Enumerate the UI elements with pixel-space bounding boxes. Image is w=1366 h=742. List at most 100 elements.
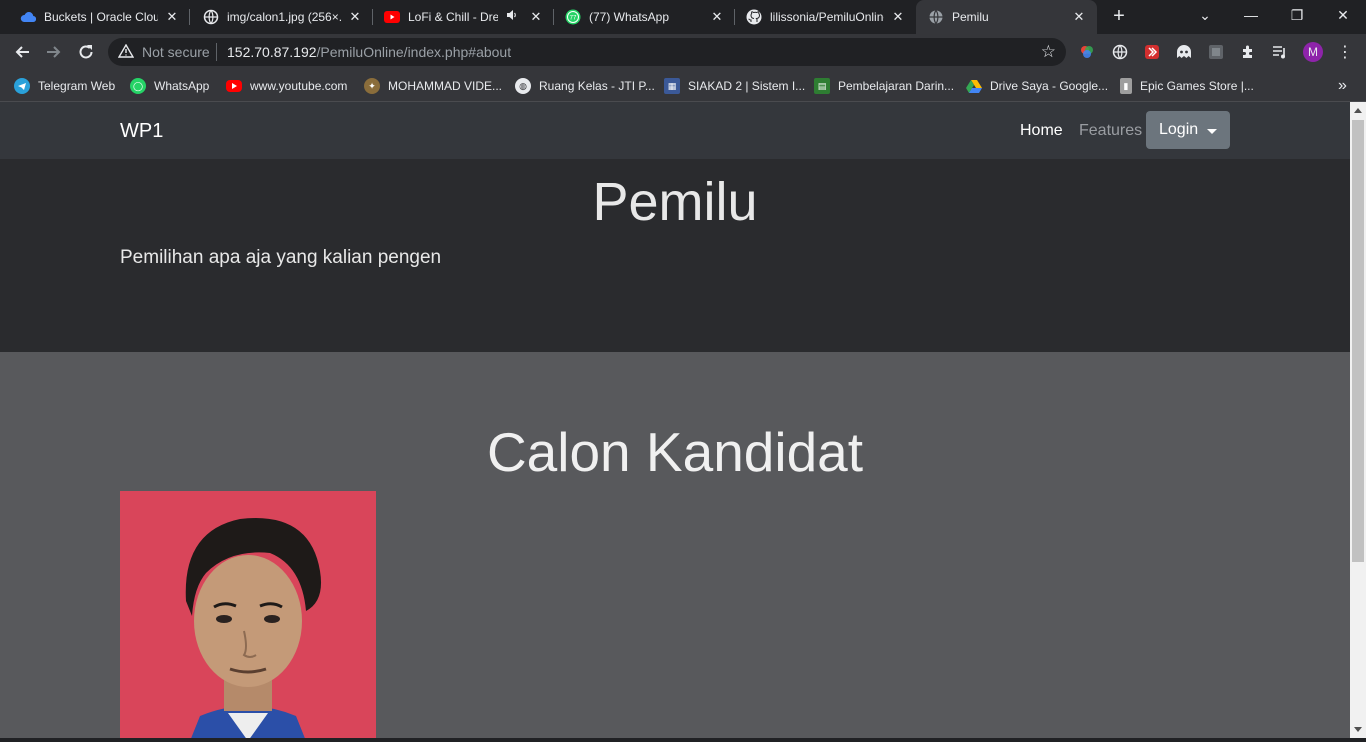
scroll-up-arrow-icon[interactable] (1354, 108, 1362, 113)
tab-title: LoFi & Chill - Dre (408, 10, 498, 24)
tab-title: (77) WhatsApp (589, 10, 670, 24)
page-viewport: WP1 Home Features Login Pemilu Pemilihan… (0, 102, 1350, 738)
nav-features-link[interactable]: Features (1079, 122, 1142, 140)
bookmark-label: Ruang Kelas - JTI P... (539, 79, 655, 93)
navbar-brand[interactable]: WP1 (120, 120, 163, 143)
address-divider (216, 43, 217, 61)
bookmark-label: Pembelajaran Darin... (838, 79, 955, 93)
url-path: /PemiluOnline/index.php#about (316, 44, 512, 60)
candidate-photo (120, 491, 376, 738)
caret-down-icon (1207, 129, 1217, 134)
tab-title: Pemilu (952, 10, 989, 24)
media-queue-icon[interactable] (1271, 43, 1289, 61)
globe-icon (203, 9, 219, 25)
nav-home-link[interactable]: Home (1020, 122, 1063, 140)
bookmark-label: MOHAMMAD VIDE... (388, 79, 503, 93)
globe-extension-icon[interactable] (1111, 43, 1129, 61)
restore-button[interactable]: ❐ (1274, 0, 1320, 32)
close-window-button[interactable]: ✕ (1320, 0, 1366, 32)
whatsapp-icon: 77 (565, 9, 581, 25)
bookmarks-bar: Telegram Web ◯ WhatsApp www.youtube.com … (0, 70, 1366, 102)
globe-icon (928, 9, 944, 25)
bookmark-star-icon[interactable]: ☆ (1041, 42, 1056, 62)
new-tab-button[interactable]: + (1107, 6, 1131, 28)
page-scrollbar[interactable] (1350, 102, 1366, 738)
scrollbar-thumb[interactable] (1352, 120, 1364, 562)
bookmark-label: Drive Saya - Google... (990, 79, 1109, 93)
grey-extension-icon[interactable] (1207, 43, 1225, 61)
hero-title: Pemilu (592, 172, 758, 232)
color-extension-icon[interactable] (1078, 43, 1096, 61)
bookmarks-overflow-button[interactable]: » (1338, 76, 1347, 96)
drive-icon (966, 78, 982, 94)
ghost-extension-icon[interactable] (1175, 43, 1193, 61)
login-label: Login (1159, 121, 1199, 138)
tab-title: img/calon1.jpg (256×... (227, 10, 341, 24)
bookmark-label: Telegram Web (38, 79, 116, 93)
bookmark-epic-games[interactable]: ▮ Epic Games Store |... (1120, 76, 1254, 96)
seal-icon: ✦ (364, 78, 380, 94)
telegram-icon (14, 78, 30, 94)
back-arrow-icon[interactable] (10, 40, 34, 64)
bookmark-mohammad-video[interactable]: ✦ MOHAMMAD VIDE... (364, 76, 502, 96)
tab-title: Buckets | Oracle Cloud (44, 10, 158, 24)
whatsapp-badge-count: 77 (570, 16, 577, 22)
security-status-label[interactable]: Not secure (142, 44, 210, 60)
bookmark-label: Epic Games Store |... (1140, 79, 1254, 93)
warning-icon[interactable] (117, 43, 135, 60)
bookmark-siakad[interactable]: ▦ SIAKAD 2 | Sistem I... (664, 76, 805, 96)
candidates-heading: Calon Kandidat (486, 421, 864, 483)
cloud-icon (20, 9, 36, 25)
tab-lofi-youtube[interactable]: LoFi & Chill - Dre ✕ (364, 0, 554, 34)
close-tab-icon[interactable]: ✕ (890, 9, 906, 25)
tab-search-button[interactable]: ⌄ (1182, 0, 1228, 32)
whatsapp-icon: ◯ (130, 78, 146, 94)
more-menu-icon[interactable]: ⋮ (1336, 43, 1354, 61)
bookmark-google-drive[interactable]: Drive Saya - Google... (966, 76, 1108, 96)
close-tab-icon[interactable]: ✕ (528, 9, 544, 25)
tab-pemilu-active[interactable]: Pemilu ✕ (916, 0, 1097, 34)
tab-calon-image[interactable]: img/calon1.jpg (256×... ✕ (183, 0, 373, 34)
bookmark-label: WhatsApp (154, 79, 210, 93)
tab-oracle-buckets[interactable]: Buckets | Oracle Cloud ✕ (0, 0, 190, 34)
scroll-down-arrow-icon[interactable] (1354, 727, 1362, 732)
hero-subtitle: Pemilihan apa aja yang kalian pengen (120, 247, 442, 268)
bookmark-whatsapp[interactable]: ◯ WhatsApp (130, 76, 209, 96)
bookmark-label: www.youtube.com (250, 79, 348, 93)
tab-whatsapp[interactable]: 77 (77) WhatsApp ✕ (545, 0, 735, 34)
site-navbar: WP1 Home Features Login (0, 102, 1350, 159)
minimize-button[interactable]: — (1228, 0, 1274, 32)
epic-icon: ▮ (1120, 78, 1132, 94)
speaker-icon[interactable] (504, 9, 520, 25)
url-host: 152.70.87.192 (227, 44, 317, 60)
close-tab-icon[interactable]: ✕ (1071, 9, 1087, 25)
reload-icon[interactable] (74, 40, 98, 64)
close-tab-icon[interactable]: ✕ (164, 9, 180, 25)
bookmark-ruang-kelas[interactable]: ◍ Ruang Kelas - JTI P... (515, 76, 655, 96)
puzzle-extensions-icon[interactable] (1239, 43, 1257, 61)
tab-github-repo[interactable]: lilissonia/PemiluOnline ✕ (726, 0, 916, 34)
hero-section: Pemilu Pemilihan apa aja yang kalian pen… (0, 159, 1350, 352)
tab-strip: Buckets | Oracle Cloud ✕ img/calon1.jpg … (0, 0, 1366, 34)
address-bar[interactable]: Not secure 152.70.87.192/PemiluOnline/in… (108, 38, 1066, 66)
profile-avatar[interactable]: M (1303, 42, 1323, 62)
youtube-icon (226, 80, 242, 92)
moodle-icon: ▤ (814, 78, 830, 94)
bookmark-telegram[interactable]: Telegram Web (14, 76, 115, 96)
forward-arrow-icon[interactable] (42, 40, 66, 64)
close-tab-icon[interactable]: ✕ (709, 9, 725, 25)
bookmark-label: SIAKAD 2 | Sistem I... (688, 79, 806, 93)
url-text[interactable]: 152.70.87.192/PemiluOnline/index.php#abo… (227, 44, 511, 60)
window-bottom-edge (0, 738, 1366, 742)
youtube-icon (384, 9, 400, 25)
red-extension-icon[interactable] (1143, 43, 1161, 61)
login-dropdown-button[interactable]: Login (1146, 111, 1230, 149)
bookmark-pembelajaran-daring[interactable]: ▤ Pembelajaran Darin... (814, 76, 954, 96)
globe-icon: ◍ (515, 78, 531, 94)
tab-title: lilissonia/PemiluOnline (770, 10, 884, 24)
university-icon: ▦ (664, 78, 680, 94)
browser-toolbar: Not secure 152.70.87.192/PemiluOnline/in… (0, 34, 1366, 70)
bookmark-youtube[interactable]: www.youtube.com (226, 76, 347, 96)
close-tab-icon[interactable]: ✕ (347, 9, 363, 25)
github-icon (746, 9, 762, 25)
